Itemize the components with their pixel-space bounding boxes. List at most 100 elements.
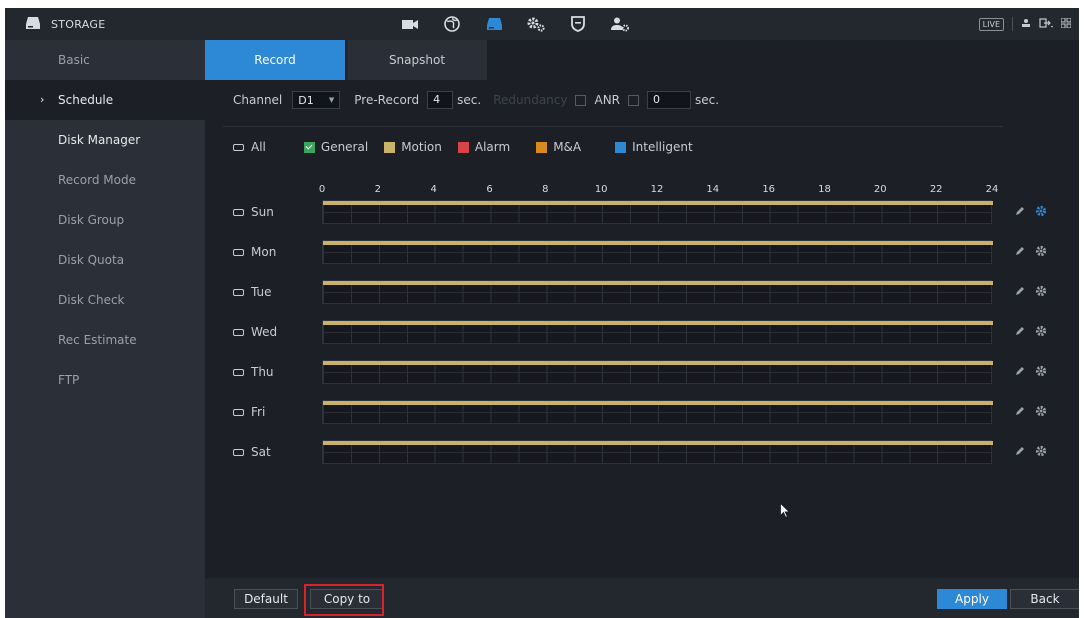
- hour-tick-label: 24: [985, 184, 999, 195]
- record-period-bar: [323, 241, 993, 245]
- edit-pencil-icon[interactable]: [1015, 205, 1025, 219]
- sidebar-item-disk-quota[interactable]: Disk Quota: [5, 240, 205, 280]
- tab-label: Record: [254, 53, 296, 67]
- day-row-thu[interactable]: Thu: [233, 364, 274, 380]
- timeline-thu[interactable]: [322, 360, 993, 384]
- timeline-sat[interactable]: [322, 440, 993, 464]
- anr-label: ANR: [594, 93, 621, 107]
- legend-general[interactable]: General: [303, 140, 368, 154]
- sidebar-item-rec-estimate[interactable]: Rec Estimate: [5, 320, 205, 360]
- row-actions: [1015, 285, 1047, 299]
- channel-select[interactable]: D1 ▼: [292, 91, 341, 109]
- edit-pencil-icon[interactable]: [1015, 365, 1025, 379]
- camera-icon[interactable]: [391, 8, 429, 40]
- copy-to-button[interactable]: Copy to: [310, 589, 384, 609]
- account-user-icon[interactable]: [601, 8, 639, 40]
- sidebar-item-record-mode[interactable]: Record Mode: [5, 160, 205, 200]
- page-title: STORAGE: [51, 17, 106, 31]
- tab-snapshot[interactable]: Snapshot: [347, 40, 487, 80]
- day-row-fri[interactable]: Fri: [233, 404, 265, 420]
- redundancy-checkbox[interactable]: [575, 94, 587, 106]
- edit-pencil-icon[interactable]: [1015, 405, 1025, 419]
- gear-icon[interactable]: [1035, 245, 1047, 260]
- day-row-sun[interactable]: Sun: [233, 204, 274, 220]
- motion-color-swatch: [384, 141, 396, 153]
- row-actions: [1015, 365, 1047, 379]
- default-button[interactable]: Default: [234, 589, 298, 609]
- storage-drive-icon[interactable]: [475, 8, 513, 40]
- gear-icon[interactable]: [1035, 205, 1047, 220]
- sidebar-item-basic[interactable]: Basic: [5, 40, 205, 80]
- gear-icon[interactable]: [1035, 405, 1047, 420]
- day-row-sat[interactable]: Sat: [233, 444, 271, 460]
- anr-checkbox[interactable]: [628, 94, 640, 106]
- gear-icon[interactable]: [1035, 365, 1047, 380]
- back-button[interactable]: Back: [1010, 589, 1079, 609]
- prerecord-label: Pre-Record: [354, 93, 420, 107]
- day-label: Mon: [251, 245, 277, 259]
- day-row-wed[interactable]: Wed: [233, 324, 277, 340]
- tab-record[interactable]: Record: [205, 40, 345, 80]
- gear-icon[interactable]: [1035, 285, 1047, 300]
- day-box-icon: [233, 368, 244, 376]
- timeline-wed[interactable]: [322, 320, 993, 344]
- sidebar-item-disk-manager[interactable]: Disk Manager: [5, 120, 205, 160]
- edit-pencil-icon[interactable]: [1015, 245, 1025, 259]
- sidebar-item-disk-group[interactable]: Disk Group: [5, 200, 205, 240]
- user-icon[interactable]: [1021, 17, 1031, 31]
- anr-input[interactable]: 0: [647, 91, 692, 109]
- sidebar-item-label: Disk Manager: [58, 133, 141, 147]
- apply-button[interactable]: Apply: [937, 589, 1007, 609]
- record-period-bar: [323, 361, 993, 365]
- timeline-mon[interactable]: [322, 240, 993, 264]
- alarm-color-swatch: [457, 141, 469, 153]
- day-row-mon[interactable]: Mon: [233, 244, 276, 260]
- live-button[interactable]: LIVE: [978, 17, 1004, 31]
- hour-tick-label: 10: [594, 184, 608, 195]
- logout-icon[interactable]: [1039, 17, 1054, 31]
- sidebar-item-schedule[interactable]: › Schedule: [5, 80, 205, 120]
- select-all-toggle[interactable]: All: [233, 140, 266, 154]
- system-gears-icon[interactable]: [517, 8, 555, 40]
- hour-tick-label: 0: [318, 184, 326, 195]
- hour-tick-label: 22: [929, 184, 943, 195]
- day-box-icon: [233, 208, 244, 216]
- day-label: Thu: [251, 365, 274, 379]
- sidebar-item-disk-check[interactable]: Disk Check: [5, 280, 205, 320]
- gear-icon[interactable]: [1035, 445, 1047, 460]
- legend-motion-and-alarm[interactable]: M&A: [536, 140, 581, 154]
- day-box-icon: [233, 143, 244, 151]
- legend-intelligent[interactable]: Intelligent: [615, 140, 693, 154]
- storage-drive-icon: [25, 16, 41, 33]
- gear-icon[interactable]: [1035, 325, 1047, 340]
- legend-motion[interactable]: Motion: [384, 140, 442, 154]
- sidebar-item-ftp[interactable]: FTP: [5, 360, 205, 400]
- prerecord-input[interactable]: 4: [427, 91, 454, 109]
- all-label: All: [251, 140, 266, 154]
- edit-pencil-icon[interactable]: [1015, 285, 1025, 299]
- day-box-icon: [233, 328, 244, 336]
- day-row-tue[interactable]: Tue: [233, 284, 272, 300]
- timeline-sun[interactable]: [322, 200, 993, 224]
- edit-pencil-icon[interactable]: [1015, 445, 1025, 459]
- day-box-icon: [233, 248, 244, 256]
- edit-pencil-icon[interactable]: [1015, 325, 1025, 339]
- day-label: Wed: [251, 325, 278, 339]
- record-period-bar: [323, 321, 993, 325]
- prerecord-unit: sec.: [457, 93, 482, 107]
- day-box-icon: [233, 448, 244, 456]
- network-globe-icon[interactable]: [433, 8, 471, 40]
- timeline-fri[interactable]: [322, 400, 993, 424]
- sidebar-item-label: Rec Estimate: [58, 333, 137, 347]
- window-title: STORAGE: [5, 8, 205, 40]
- security-shield-icon[interactable]: [559, 8, 597, 40]
- divider: [223, 126, 1003, 127]
- legend-label: Motion: [401, 140, 442, 154]
- grid-menu-icon[interactable]: [1060, 17, 1072, 31]
- mouse-pointer-icon: [780, 502, 791, 521]
- legend-alarm[interactable]: Alarm: [457, 140, 510, 154]
- day-box-icon: [233, 288, 244, 296]
- tab-label: Snapshot: [388, 53, 446, 67]
- timeline-tue[interactable]: [322, 280, 993, 304]
- day-box-icon: [233, 408, 244, 416]
